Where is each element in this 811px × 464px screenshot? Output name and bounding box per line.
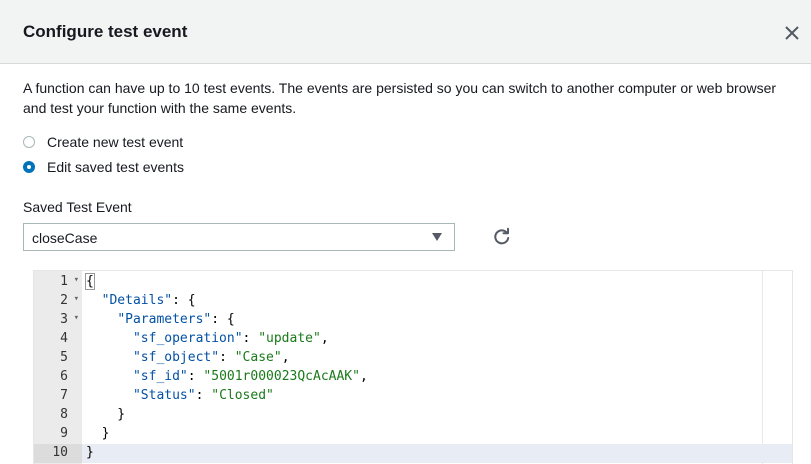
json-string: "Case" [234, 350, 282, 365]
json-punct: , [320, 331, 329, 346]
json-punct: , [359, 369, 368, 384]
line-number-text: 5 [60, 350, 68, 365]
caret-down-icon [432, 233, 442, 241]
edit-saved-label: Edit saved test events [47, 159, 184, 175]
json-key: "sf_object" [132, 350, 220, 365]
dialog-title: Configure test event [23, 22, 188, 41]
code-line[interactable]: "Parameters": { [82, 311, 792, 330]
fold-toggle-icon[interactable]: ▾ [74, 275, 79, 285]
json-punct: : { [211, 312, 235, 327]
code-line-text: { [85, 273, 95, 290]
code-line-text: } [86, 407, 125, 422]
dialog-header: Configure test event [0, 0, 811, 64]
code-line[interactable]: "sf_id": "5001r000023QcAcAAK", [82, 368, 792, 387]
code-line[interactable]: } [82, 406, 792, 425]
json-string: "Closed" [211, 388, 274, 403]
json-punct [86, 350, 133, 365]
json-punct [86, 293, 102, 308]
code-line-text: } [86, 426, 110, 441]
saved-test-event-value: closeCase [32, 230, 98, 246]
json-punct: } [86, 445, 94, 460]
line-number-text: 3 [60, 312, 68, 327]
line-number-text: 2 [60, 293, 68, 308]
saved-test-event-label: Saved Test Event [23, 199, 132, 215]
code-line[interactable]: "sf_object": "Case", [82, 349, 792, 368]
json-punct [86, 312, 117, 327]
configure-test-event-dialog: Configure test event A function can have… [0, 0, 811, 464]
saved-test-event-select[interactable]: closeCase [23, 223, 455, 251]
json-key: "Parameters" [117, 312, 212, 327]
editor-gutter: 1 ▾ 2 ▾ 3 ▾ 4 5 6 7 8 9 10 [34, 271, 82, 464]
line-number-text: 9 [60, 426, 68, 441]
fold-toggle-icon[interactable]: ▾ [74, 294, 79, 304]
json-punct: : [187, 369, 204, 384]
json-key: "Status" [132, 388, 196, 403]
line-number-text: 8 [60, 407, 68, 422]
line-number-text: 1 [60, 274, 68, 289]
edit-saved-radio[interactable] [23, 161, 35, 173]
code-line-text: "Details": { [86, 293, 196, 308]
json-punct: { [85, 273, 95, 290]
create-new-label: Create new test event [47, 134, 184, 150]
line-number: 4 [34, 330, 82, 349]
json-editor[interactable]: 1 ▾ 2 ▾ 3 ▾ 4 5 6 7 8 9 10 { "Details": { "Parameter… [33, 270, 793, 464]
line-number: 1 ▾ [34, 273, 82, 292]
create-new-radio[interactable] [23, 136, 35, 148]
code-line[interactable]: "Details": { [82, 292, 792, 311]
json-string: "5001r000023QcAcAAK" [203, 369, 360, 384]
code-line[interactable]: } [82, 444, 792, 463]
code-line-text: } [86, 445, 94, 460]
line-number: 3 ▾ [34, 311, 82, 330]
json-key: "sf_id" [132, 369, 188, 384]
fold-toggle-icon[interactable]: ▾ [74, 313, 79, 323]
json-key: "sf_operation" [132, 331, 243, 346]
json-punct [86, 369, 133, 384]
line-number: 5 [34, 349, 82, 368]
code-line[interactable]: } [82, 425, 792, 444]
code-line-text: "Status": "Closed" [86, 388, 274, 403]
json-punct: } [86, 407, 126, 422]
line-number-text: 4 [60, 331, 68, 346]
json-key: "Details" [101, 293, 173, 308]
dialog-description: A function can have up to 10 test events… [23, 80, 777, 116]
json-punct [86, 331, 133, 346]
code-line-text: "sf_object": "Case", [86, 350, 290, 365]
json-punct: : [195, 388, 212, 403]
code-line[interactable]: { [82, 273, 792, 292]
code-line[interactable]: "Status": "Closed" [82, 387, 792, 406]
line-number: 9 [34, 425, 82, 444]
code-line-text: "sf_id": "5001r000023QcAcAAK", [86, 369, 368, 384]
close-icon[interactable] [781, 22, 803, 44]
json-punct: , [281, 350, 290, 365]
code-line[interactable]: "sf_operation": "update", [82, 330, 792, 349]
line-number-text: 7 [60, 388, 68, 403]
line-number: 6 [34, 368, 82, 387]
json-punct: } [86, 426, 110, 441]
line-number-text: 6 [60, 369, 68, 384]
json-string: "update" [258, 331, 321, 346]
code-line-text: "sf_operation": "update", [86, 331, 329, 346]
refresh-icon[interactable] [492, 227, 512, 247]
json-punct: : [219, 350, 235, 365]
create-new-test-event-option[interactable]: Create new test event [23, 132, 183, 152]
edit-saved-test-events-option[interactable]: Edit saved test events [23, 157, 184, 177]
code-line-text: "Parameters": { [86, 312, 235, 327]
json-punct [86, 388, 133, 403]
line-number: 10 [34, 444, 82, 463]
line-number-text: 10 [52, 445, 68, 460]
line-number: 8 [34, 406, 82, 425]
line-number: 7 [34, 387, 82, 406]
json-punct: : [242, 331, 259, 346]
json-punct: : { [172, 293, 196, 308]
line-number: 2 ▾ [34, 292, 82, 311]
